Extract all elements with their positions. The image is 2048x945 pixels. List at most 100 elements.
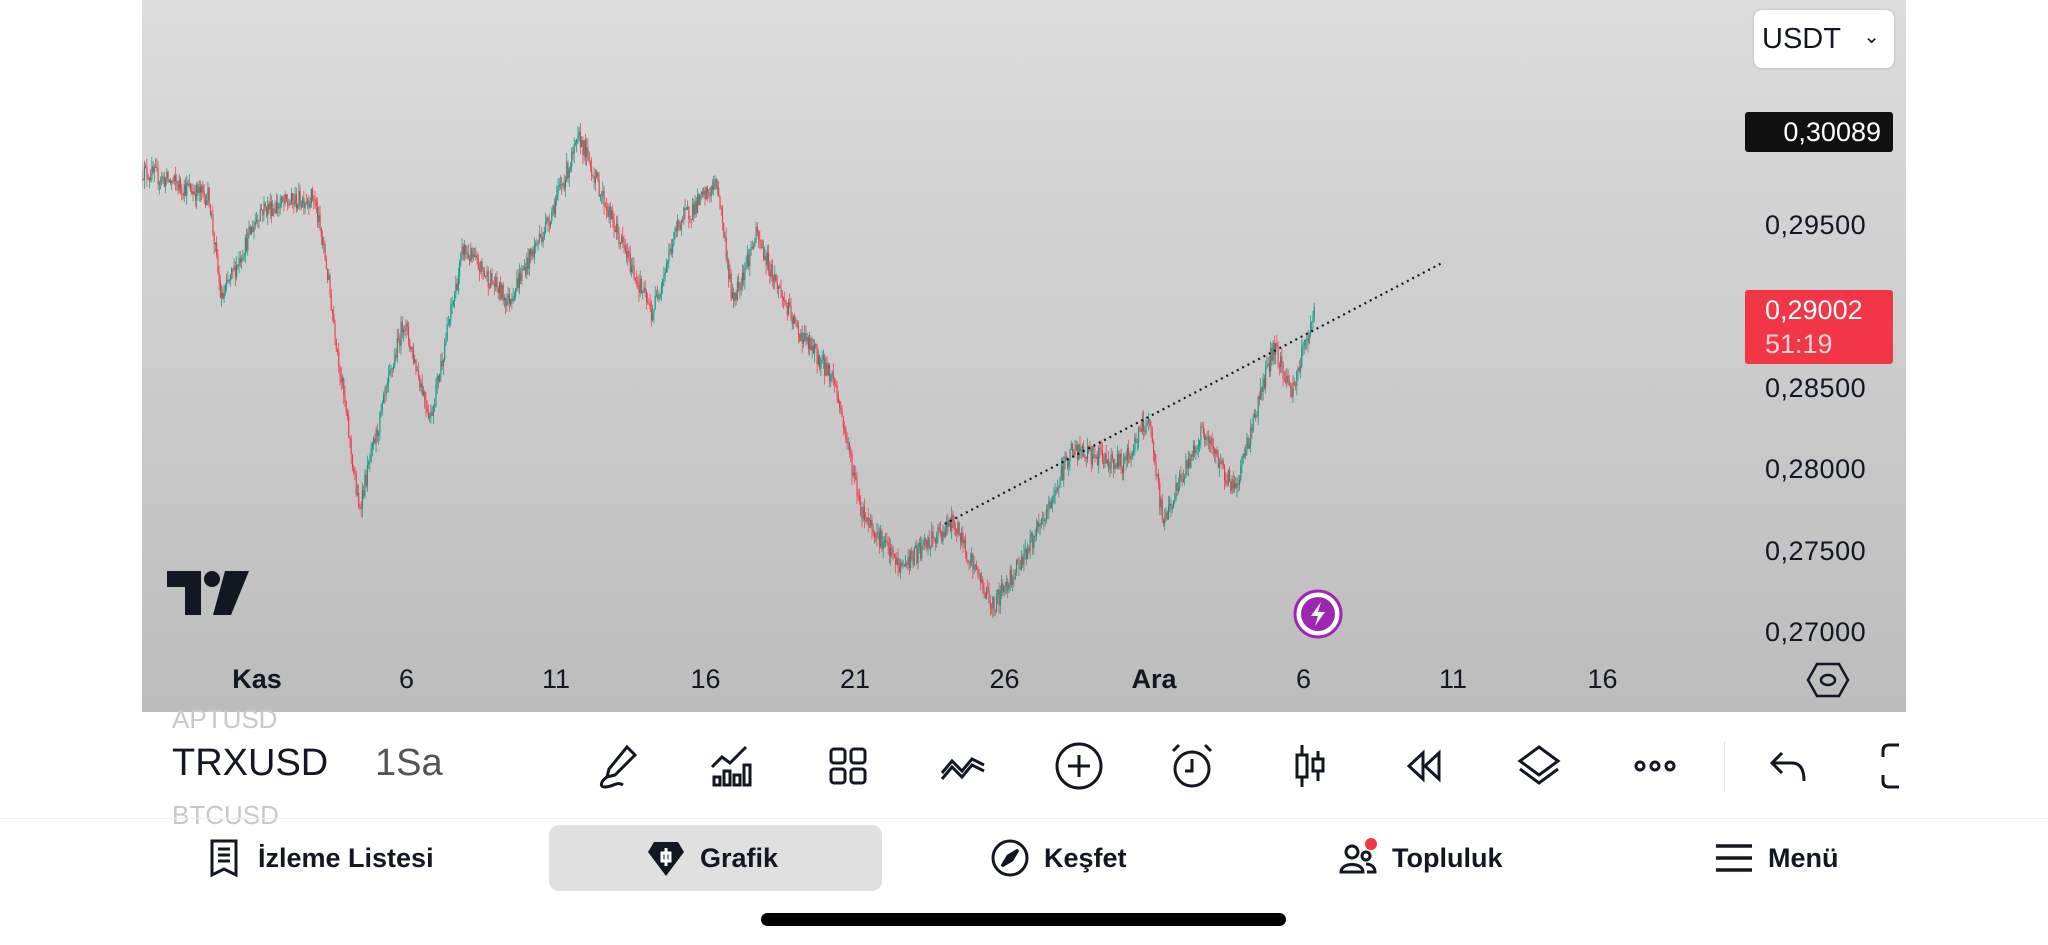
undo-icon[interactable] [1764,741,1814,791]
candle [336,348,339,352]
candle [232,268,234,270]
candle [847,442,849,444]
candle [1191,454,1193,457]
candle [333,313,335,324]
candle [612,210,614,220]
candle [430,411,432,416]
candle [366,464,368,486]
candle [1232,479,1234,489]
price-chart[interactable] [142,0,1906,712]
candle [1116,454,1118,468]
add-icon[interactable] [1054,741,1104,791]
drawing-pen-icon[interactable] [593,741,643,791]
candle [1115,465,1117,468]
candle [168,180,170,182]
candle [711,186,714,190]
candle [857,495,859,497]
nav-menu[interactable]: Menü [1714,825,1839,891]
candle [1182,478,1185,483]
candle [513,296,515,298]
candle [817,355,819,365]
candle [1050,502,1052,509]
candle [351,454,354,469]
nav-community[interactable]: Topluluk [1338,825,1502,891]
trendline-drawing[interactable] [944,262,1442,525]
candle [176,181,178,184]
price-tick-label: 0,28500 [1765,372,1867,403]
candle [635,280,638,282]
candle [181,188,183,194]
candle [640,278,643,293]
more-icon[interactable] [1630,741,1680,791]
candle [693,204,695,215]
compare-icon[interactable] [938,741,988,791]
candle [410,347,412,349]
candle [449,319,451,325]
alert-clock-icon[interactable] [1167,741,1217,791]
last-price-badge: 0,29002 51:19 [1745,290,1893,364]
candle [1025,548,1028,560]
nav-explore[interactable]: Keşfet [990,825,1127,891]
nav-chart[interactable]: Grafik [646,825,778,891]
candle [482,269,484,272]
candle [390,368,392,371]
candle [1045,509,1047,521]
candle [1134,437,1136,451]
candle [172,180,174,182]
candle [868,524,871,526]
home-indicator[interactable] [761,913,1286,926]
candle [716,187,719,189]
symbol-selector[interactable]: TRXUSD [172,742,328,785]
candle [603,190,605,207]
candle [1304,340,1307,341]
candle [814,343,816,354]
candle [917,547,919,564]
candle [241,259,243,263]
candle [948,519,950,527]
candle [1010,569,1013,585]
nav-watchlist[interactable]: İzleme Listesi [204,825,434,891]
candle [958,522,960,534]
replay-icon[interactable] [1399,741,1449,791]
candle-type-icon[interactable] [1285,741,1335,791]
candle [178,179,180,191]
candle [528,249,530,269]
symbol-prev[interactable]: APTUSD [172,704,277,735]
candle [222,292,224,299]
candle [406,323,408,327]
candle [952,514,954,521]
candle [576,138,578,144]
candle [642,292,644,294]
interval-selector[interactable]: 1Sa [375,742,443,785]
lightning-event-icon[interactable] [1292,588,1344,640]
candle [277,202,279,209]
candle [1077,445,1079,460]
candle [1187,458,1189,469]
candle [563,183,565,188]
candle [973,565,975,570]
layouts-grid-icon[interactable] [823,741,873,791]
candle [455,283,457,295]
candle [913,547,915,565]
candle [419,376,421,388]
candle [1290,385,1292,389]
candle [1074,449,1076,456]
fullscreen-icon[interactable] [1879,741,1909,791]
layers-icon[interactable] [1514,741,1564,791]
candle [695,201,697,213]
candle [880,530,882,547]
currency-selector[interactable]: USDT ⌄ [1754,10,1894,68]
chart-settings-icon[interactable] [1806,660,1850,700]
candle [900,562,902,573]
candle [1108,459,1110,470]
candle [1023,553,1025,565]
candle [974,564,976,566]
indicators-icon[interactable] [706,741,756,791]
candle [794,315,796,324]
candle [505,298,507,306]
candle [371,443,373,449]
candle [180,179,182,189]
candle [156,167,158,169]
candle [819,355,821,369]
chart-canvas[interactable] [142,0,1906,712]
